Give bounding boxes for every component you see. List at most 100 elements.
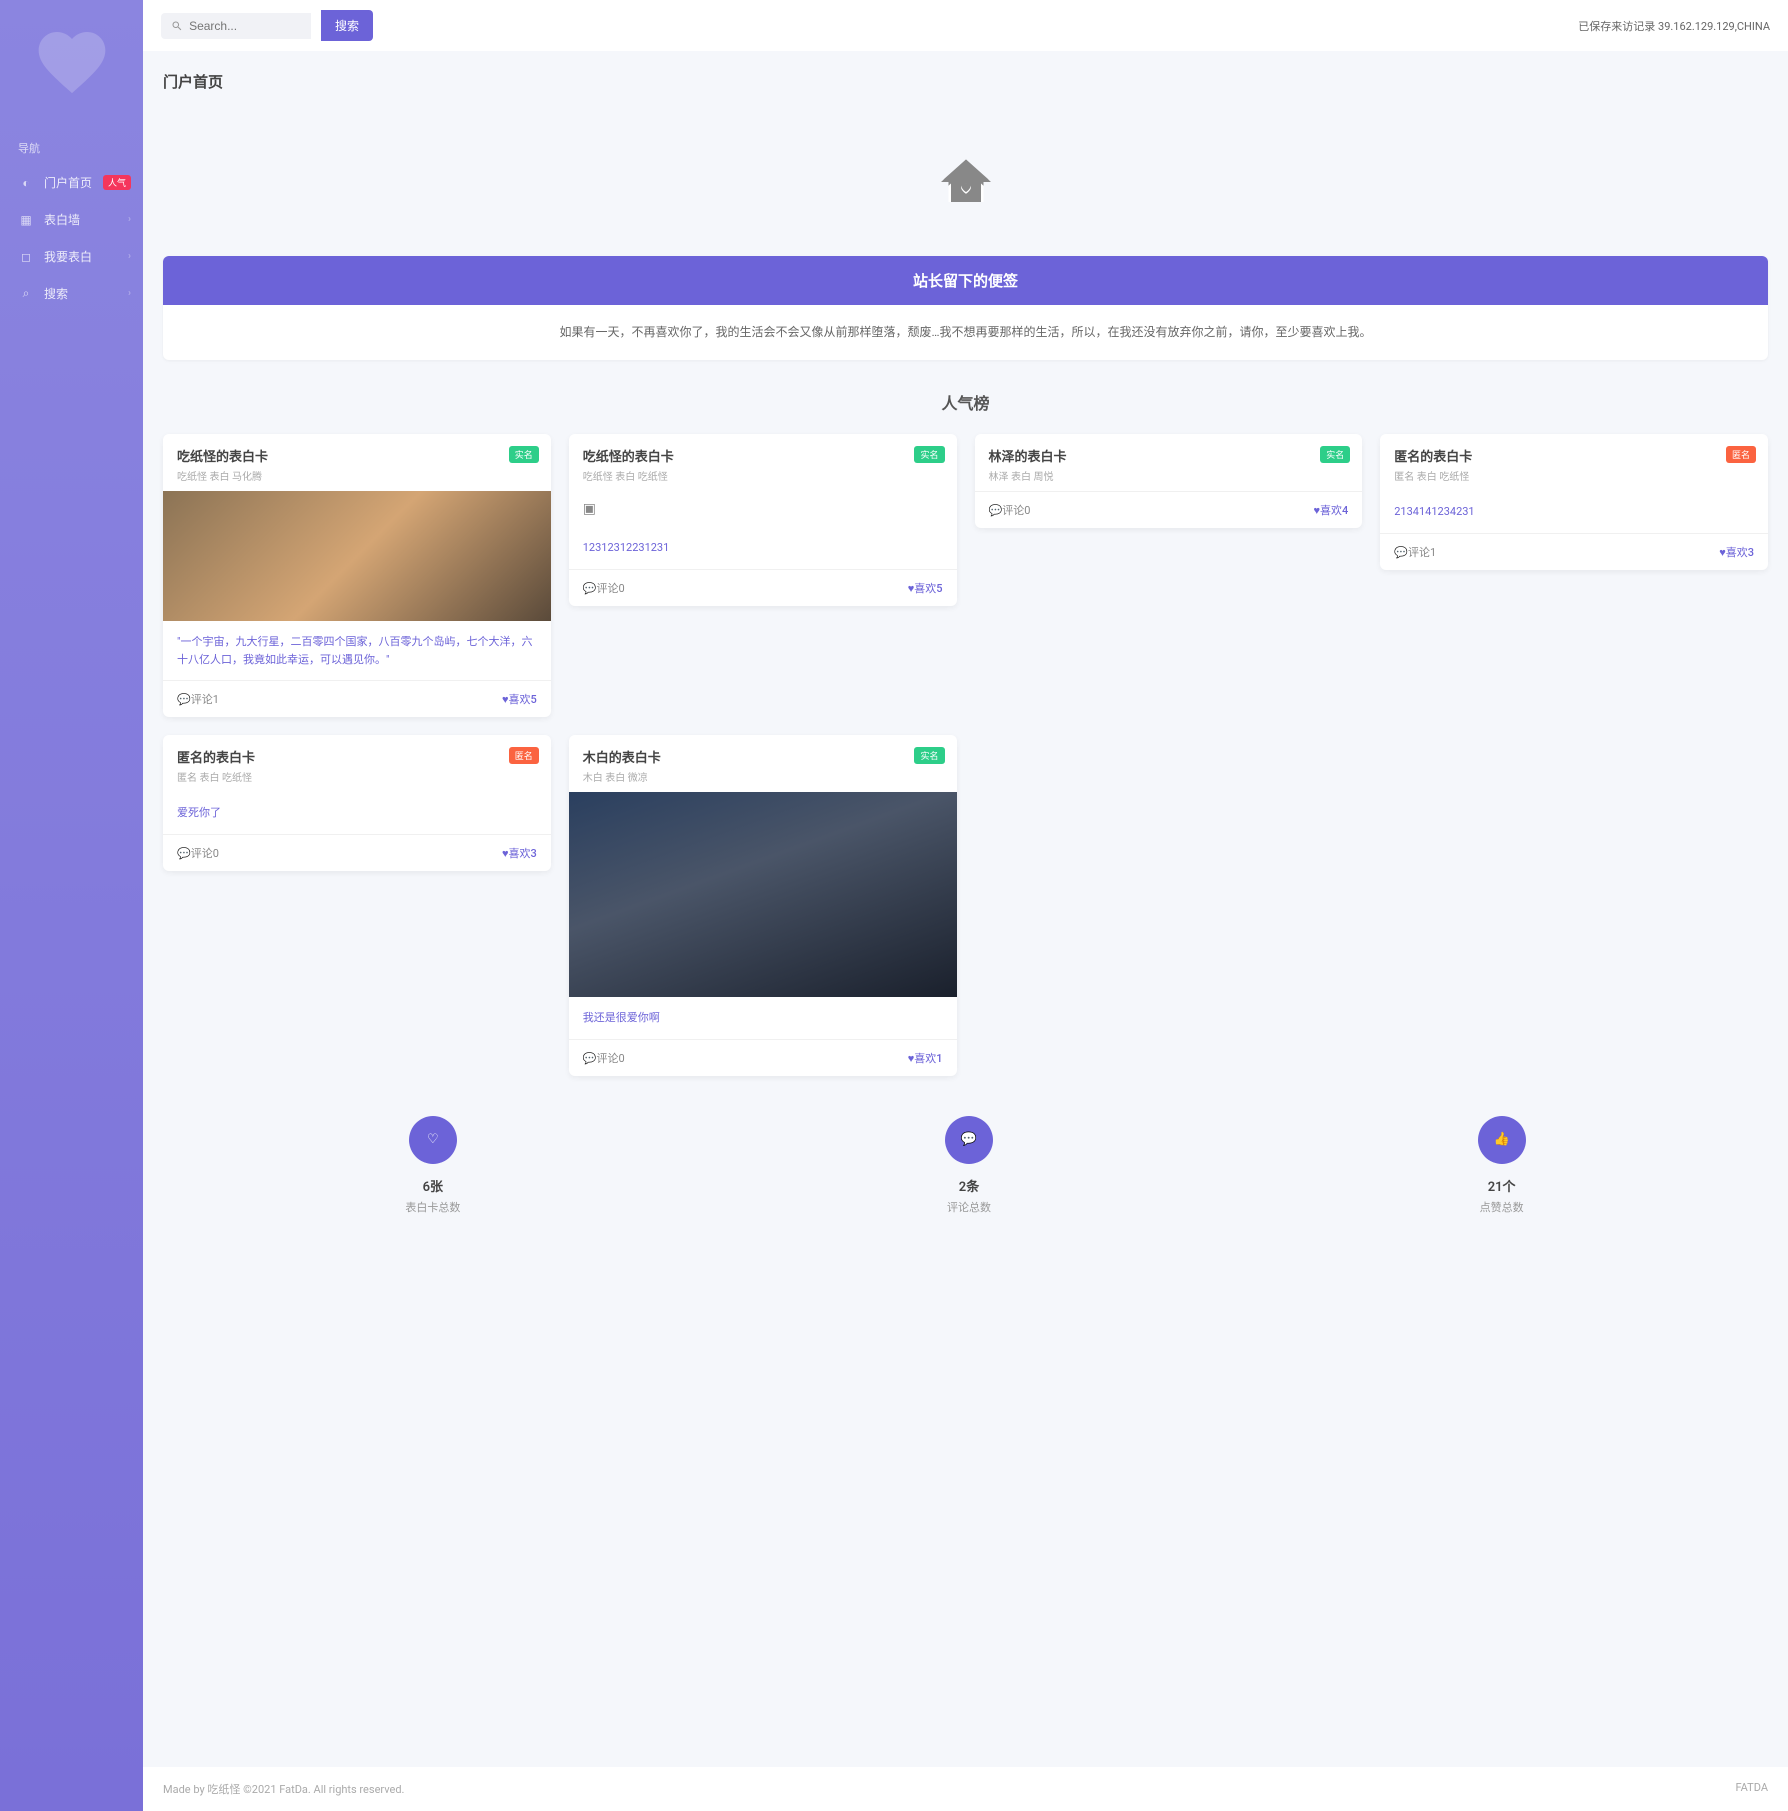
search-wrap — [161, 13, 311, 39]
confession-card[interactable]: 吃纸怪的表白卡 吃纸怪 表白 马化腾 实名 "一个宇宙，九大行星，二百零四个国家… — [163, 434, 551, 717]
card-title: 吃纸怪的表白卡 — [583, 446, 943, 465]
card-likes[interactable]: ♥喜欢5 — [502, 691, 537, 707]
footer-right: FATDA — [1736, 1781, 1769, 1797]
grid-icon: ▦ — [18, 212, 34, 228]
card-body: 2134141234231 — [1380, 491, 1768, 533]
card-title: 匿名的表白卡 — [177, 747, 537, 766]
card-subtitle: 匿名 表白 吃纸怪 — [177, 769, 537, 784]
search-button[interactable]: 搜索 — [321, 10, 373, 41]
card-foot: 💬评论0 ♥喜欢1 — [569, 1039, 957, 1076]
card-tag: 实名 — [1320, 446, 1350, 463]
card-text: 12312312231231 — [583, 539, 943, 557]
card-likes[interactable]: ♥喜欢3 — [502, 845, 537, 861]
card-head: 林泽的表白卡 林泽 表白 周悦 实名 — [975, 434, 1363, 491]
card-tag: 实名 — [509, 446, 539, 463]
sidebar: 导航 ◐ 门户首页 人气 ▦ 表白墙 › ◻ 我要表白 › ⌕ 搜索 › — [0, 0, 143, 1811]
comment-icon: 💬 — [945, 1116, 993, 1164]
confession-card[interactable]: 木白的表白卡 木白 表白 微凉 实名 我还是很爱你啊 💬评论0 ♥喜欢1 — [569, 735, 957, 1076]
card-subtitle: 吃纸怪 表白 马化腾 — [177, 468, 537, 483]
confession-card[interactable]: 匿名的表白卡 匿名 表白 吃纸怪 匿名 2134141234231 💬评论1 ♥… — [1380, 434, 1768, 570]
card-comments[interactable]: 💬评论1 — [1394, 544, 1436, 560]
stat-label: 点赞总数 — [1478, 1199, 1526, 1215]
topbar: 搜索 已保存来访记录 39.162.129.129,CHINA — [143, 0, 1788, 51]
dashboard-icon: ◐ — [18, 175, 34, 191]
card-head: 匿名的表白卡 匿名 表白 吃纸怪 匿名 — [163, 735, 551, 792]
card-head: 吃纸怪的表白卡 吃纸怪 表白 马化腾 实名 — [163, 434, 551, 491]
search-nav-icon: ⌕ — [18, 286, 34, 302]
page-title: 门户首页 — [163, 71, 1768, 92]
card-subtitle: 匿名 表白 吃纸怪 — [1394, 468, 1754, 483]
nav-wall[interactable]: ▦ 表白墙 › — [0, 201, 143, 238]
footer: Made by 吃纸怪 ©2021 FatDa. All rights rese… — [143, 1767, 1788, 1811]
card-head: 吃纸怪的表白卡 吃纸怪 表白 吃纸怪 实名 — [569, 434, 957, 491]
thumb-icon: 👍 — [1478, 1116, 1526, 1164]
heart-icon: ♡ — [409, 1116, 457, 1164]
nav-confess[interactable]: ◻ 我要表白 › — [0, 238, 143, 275]
search-input[interactable] — [189, 19, 301, 33]
card-foot: 💬评论1 ♥喜欢5 — [163, 680, 551, 717]
card-comments[interactable]: 💬评论0 — [583, 580, 625, 596]
card-likes[interactable]: ♥喜欢1 — [908, 1050, 943, 1066]
chevron-right-icon: › — [128, 251, 131, 262]
card-tag: 匿名 — [509, 747, 539, 764]
card-foot: 💬评论0 ♥喜欢3 — [163, 834, 551, 871]
card-likes[interactable]: ♥喜欢5 — [908, 580, 943, 596]
stat-label: 表白卡总数 — [405, 1199, 460, 1215]
stats-row: ♡ 6张 表白卡总数 💬 2条 评论总数 👍 21个 点赞总数 — [163, 1076, 1768, 1235]
main-content: 搜索 已保存来访记录 39.162.129.129,CHINA 门户首页 站长留… — [143, 0, 1788, 1811]
card-title: 匿名的表白卡 — [1394, 446, 1754, 465]
card-text: 我还是很爱你啊 — [583, 1009, 943, 1027]
square-icon: ◻ — [18, 249, 34, 265]
stat-value: 21个 — [1478, 1176, 1526, 1195]
card-tag: 匿名 — [1726, 446, 1756, 463]
card-tag: 实名 — [914, 446, 944, 463]
card-text: "一个宇宙，九大行星，二百零四个国家，八百零九个岛屿，七个大洋，六十八亿人口，我… — [177, 633, 537, 668]
stat-value: 2条 — [945, 1176, 993, 1195]
card-head: 木白的表白卡 木白 表白 微凉 实名 — [569, 735, 957, 792]
visit-info: 已保存来访记录 39.162.129.129,CHINA — [1578, 18, 1770, 34]
card-title: 吃纸怪的表白卡 — [177, 446, 537, 465]
card-title: 木白的表白卡 — [583, 747, 943, 766]
card-body: 爱死你了 — [163, 792, 551, 834]
stat-label: 评论总数 — [945, 1199, 993, 1215]
note-header: 站长留下的便签 — [163, 256, 1768, 305]
nav-label: 我要表白 — [44, 248, 92, 265]
hero — [163, 122, 1768, 256]
confession-card[interactable]: 匿名的表白卡 匿名 表白 吃纸怪 匿名 爱死你了 💬评论0 ♥喜欢3 — [163, 735, 551, 871]
card-comments[interactable]: 💬评论0 — [989, 502, 1031, 518]
confession-card[interactable]: 林泽的表白卡 林泽 表白 周悦 实名 💬评论0 ♥喜欢4 — [975, 434, 1363, 528]
card-image — [163, 491, 551, 621]
broken-image-icon: ▣ — [569, 491, 957, 527]
card-likes[interactable]: ♥喜欢3 — [1719, 544, 1754, 560]
card-comments[interactable]: 💬评论0 — [583, 1050, 625, 1066]
nav-home[interactable]: ◐ 门户首页 人气 — [0, 164, 143, 201]
stat-cards: ♡ 6张 表白卡总数 — [405, 1116, 460, 1215]
card-foot: 💬评论1 ♥喜欢3 — [1380, 533, 1768, 570]
card-title: 林泽的表白卡 — [989, 446, 1349, 465]
card-text: 2134141234231 — [1394, 503, 1754, 521]
card-subtitle: 林泽 表白 周悦 — [989, 468, 1349, 483]
card-foot: 💬评论0 ♥喜欢5 — [569, 569, 957, 606]
confession-card[interactable]: 吃纸怪的表白卡 吃纸怪 表白 吃纸怪 实名 ▣ 12312312231231 💬评… — [569, 434, 957, 606]
note-block: 站长留下的便签 如果有一天，不再喜欢你了，我的生活会不会又像从前那样堕落，颓废…… — [163, 256, 1768, 360]
note-body: 如果有一天，不再喜欢你了，我的生活会不会又像从前那样堕落，颓废…我不想再要那样的… — [163, 305, 1768, 360]
stat-value: 6张 — [405, 1176, 460, 1195]
footer-left: Made by 吃纸怪 ©2021 FatDa. All rights rese… — [163, 1781, 404, 1797]
card-subtitle: 木白 表白 微凉 — [583, 769, 943, 784]
card-body: 我还是很爱你啊 — [569, 997, 957, 1039]
card-subtitle: 吃纸怪 表白 吃纸怪 — [583, 468, 943, 483]
house-heart-icon — [936, 152, 996, 212]
card-likes[interactable]: ♥喜欢4 — [1313, 502, 1348, 518]
card-comments[interactable]: 💬评论0 — [177, 845, 219, 861]
nav-search[interactable]: ⌕ 搜索 › — [0, 275, 143, 312]
card-foot: 💬评论0 ♥喜欢4 — [975, 491, 1363, 528]
card-comments[interactable]: 💬评论1 — [177, 691, 219, 707]
search-icon — [171, 19, 183, 33]
rank-title: 人气榜 — [163, 390, 1768, 414]
card-text: 爱死你了 — [177, 804, 537, 822]
logo — [22, 12, 122, 112]
card-body: "一个宇宙，九大行星，二百零四个国家，八百零九个岛屿，七个大洋，六十八亿人口，我… — [163, 621, 551, 680]
cards-grid: 吃纸怪的表白卡 吃纸怪 表白 马化腾 实名 "一个宇宙，九大行星，二百零四个国家… — [163, 434, 1768, 1076]
nav-section-title: 导航 — [0, 132, 143, 164]
nav-badge: 人气 — [103, 175, 131, 190]
